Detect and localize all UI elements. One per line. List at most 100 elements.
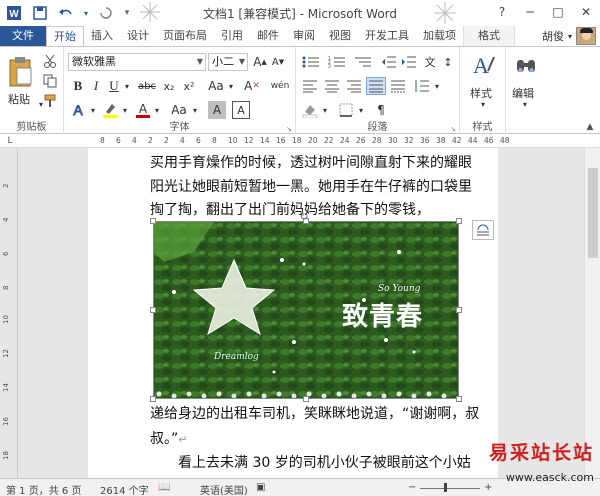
font-size-combo[interactable]: 小二 ▼ bbox=[208, 53, 248, 71]
document-line[interactable]: 阳光让她眼前短暂地一黑。她用手在牛仔裤的口袋里 bbox=[150, 176, 472, 196]
align-center-icon[interactable] bbox=[322, 77, 342, 95]
clear-formatting-button[interactable]: A ✕ bbox=[242, 77, 262, 95]
zoom-out-button[interactable]: − bbox=[408, 482, 416, 493]
chevron-down-icon[interactable]: ▾ bbox=[152, 101, 162, 119]
tab-design[interactable]: 设计 bbox=[120, 26, 156, 46]
resize-handle[interactable] bbox=[150, 396, 156, 402]
tab-page-layout[interactable]: 页面布局 bbox=[156, 26, 214, 46]
asian-layout-icon[interactable]: 文 bbox=[422, 53, 438, 71]
tab-addins[interactable]: 加载项 bbox=[416, 26, 463, 46]
redo-icon[interactable] bbox=[96, 3, 116, 23]
chevron-down-icon[interactable]: ▾ bbox=[356, 101, 366, 119]
change-case-button[interactable]: Aa bbox=[206, 77, 226, 95]
chevron-down-icon[interactable]: ▼ bbox=[197, 54, 203, 70]
bold-button[interactable]: B bbox=[70, 77, 86, 95]
resize-handle[interactable] bbox=[150, 307, 156, 313]
align-right-icon[interactable] bbox=[344, 77, 364, 95]
rotate-handle-icon[interactable]: ↻ bbox=[298, 210, 310, 223]
zoom-slider-thumb[interactable] bbox=[444, 483, 447, 492]
avatar[interactable] bbox=[576, 27, 596, 45]
tab-view[interactable]: 视图 bbox=[322, 26, 358, 46]
paste-icon[interactable] bbox=[6, 55, 34, 89]
dialog-launcher-icon[interactable]: ↘ bbox=[285, 125, 293, 133]
dialog-launcher-icon[interactable]: ↘ bbox=[449, 125, 457, 133]
multilevel-list-icon[interactable] bbox=[352, 53, 374, 71]
document-page[interactable]: 买用手育燥作的时候，透过树叶间隙直射下来的耀眼 阳光让她眼前短暂地一黑。她用手在… bbox=[88, 148, 498, 478]
word-count[interactable]: 2614 个字 bbox=[100, 482, 149, 496]
strikethrough-button[interactable]: abc bbox=[136, 77, 158, 95]
tab-references[interactable]: 引用 bbox=[214, 26, 250, 46]
distributed-icon[interactable] bbox=[388, 77, 408, 95]
proofing-icon[interactable]: 📖 bbox=[158, 482, 170, 493]
tab-home[interactable]: 开始 bbox=[46, 26, 84, 46]
decrease-indent-icon[interactable] bbox=[380, 53, 398, 71]
tab-mailings[interactable]: 邮件 bbox=[250, 26, 286, 46]
language-status[interactable]: 英语(美国) bbox=[200, 482, 248, 496]
shading-icon[interactable] bbox=[300, 101, 320, 119]
resize-handle[interactable] bbox=[456, 307, 462, 313]
save-icon[interactable] bbox=[30, 3, 50, 23]
subscript-button[interactable]: x₂ bbox=[160, 77, 178, 95]
resize-handle[interactable] bbox=[150, 218, 156, 224]
close-button[interactable]: ✕ bbox=[572, 0, 600, 24]
chevron-down-icon[interactable]: ▾ bbox=[520, 99, 530, 109]
font-name-combo[interactable]: 微软雅黑 ▼ bbox=[68, 53, 206, 71]
undo-icon[interactable] bbox=[56, 3, 76, 23]
chevron-down-icon[interactable]: ▾ bbox=[226, 77, 236, 95]
chevron-down-icon[interactable]: ▾ bbox=[190, 101, 200, 119]
chevron-down-icon[interactable]: ▾ bbox=[120, 101, 130, 119]
chevron-down-icon[interactable]: ▾ bbox=[320, 101, 330, 119]
scrollbar-thumb[interactable] bbox=[588, 168, 598, 258]
copy-icon[interactable] bbox=[42, 73, 58, 89]
binoculars-icon[interactable] bbox=[514, 53, 538, 79]
maximize-button[interactable]: □ bbox=[544, 0, 572, 24]
grow-font-button[interactable]: A ▲ bbox=[252, 53, 268, 71]
borders-icon[interactable] bbox=[336, 101, 356, 119]
tab-developer[interactable]: 开发工具 bbox=[358, 26, 416, 46]
character-shading-button[interactable]: A bbox=[208, 101, 226, 119]
cut-icon[interactable] bbox=[42, 53, 58, 69]
chevron-down-icon[interactable]: ▾ bbox=[568, 32, 572, 41]
bullets-icon[interactable] bbox=[300, 53, 322, 71]
change-case-icon-2[interactable]: Aa bbox=[168, 101, 190, 119]
tab-review[interactable]: 审阅 bbox=[286, 26, 322, 46]
format-painter-icon[interactable] bbox=[42, 93, 58, 109]
inserted-picture[interactable]: So Young 致青春 Dreamlog bbox=[153, 221, 459, 399]
horizontal-ruler[interactable]: L 8 6 4 2 2 4 6 8 10 12 14 16 18 20 22 24 26 28 30 32 36 38 42… bbox=[0, 134, 600, 148]
resize-handle[interactable] bbox=[303, 396, 309, 402]
italic-button[interactable]: I bbox=[88, 77, 104, 95]
font-color-button[interactable]: A bbox=[134, 101, 152, 119]
vertical-scrollbar[interactable] bbox=[584, 148, 600, 478]
layout-options-icon[interactable] bbox=[472, 220, 494, 240]
document-line-text[interactable]: 叔。” bbox=[150, 431, 178, 447]
resize-handle[interactable] bbox=[456, 396, 462, 402]
document-line[interactable]: 递给身边的出租车司机，笑眯眯地说道，“谢谢啊，叔 bbox=[150, 403, 479, 423]
zoom-slider[interactable] bbox=[420, 488, 480, 489]
chevron-down-icon[interactable]: ▼ bbox=[239, 54, 245, 70]
character-border-button[interactable]: A bbox=[232, 101, 250, 119]
increase-indent-icon[interactable] bbox=[400, 53, 418, 71]
align-left-icon[interactable] bbox=[300, 77, 320, 95]
chevron-down-icon[interactable]: ▾ bbox=[88, 101, 98, 119]
tab-format[interactable]: 格式 bbox=[463, 26, 515, 46]
styles-icon[interactable]: A bbox=[470, 53, 496, 81]
help-button[interactable]: ? bbox=[488, 0, 516, 24]
justify-icon[interactable] bbox=[366, 77, 386, 95]
chevron-down-icon[interactable]: ▾ bbox=[432, 77, 442, 95]
underline-button[interactable]: U bbox=[106, 77, 122, 95]
superscript-button[interactable]: x² bbox=[180, 77, 198, 95]
resize-handle[interactable] bbox=[456, 218, 462, 224]
document-line[interactable]: 买用手育燥作的时候，透过树叶间隙直射下来的耀眼 bbox=[150, 152, 472, 172]
sort-icon[interactable]: ↕ bbox=[440, 53, 456, 71]
user-account[interactable]: 胡俊 ▾ bbox=[542, 26, 600, 46]
minimize-button[interactable]: ─ bbox=[516, 0, 544, 24]
line-spacing-icon[interactable] bbox=[412, 77, 432, 95]
phonetic-guide-button[interactable]: wén bbox=[268, 77, 292, 95]
document-line[interactable]: 掏了掏，翻出了出门前妈妈给她备下的零钱， bbox=[150, 199, 430, 219]
highlight-icon[interactable] bbox=[100, 101, 120, 119]
shrink-font-button[interactable]: A ▼ bbox=[270, 53, 286, 71]
user-name[interactable]: 胡俊 bbox=[542, 28, 564, 44]
numbering-icon[interactable]: 123 bbox=[326, 53, 348, 71]
text-effects-icon[interactable]: A bbox=[68, 101, 88, 119]
tab-selector-icon[interactable]: L bbox=[4, 135, 16, 147]
